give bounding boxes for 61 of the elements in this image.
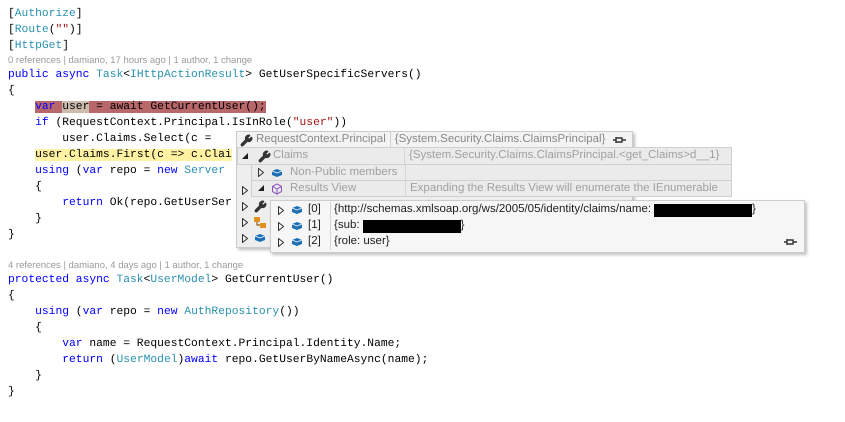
code-line: [Authorize] <box>8 6 83 22</box>
item-value: {http://schemas.xmlsoap.org/ws/2005/05/identity/claims/name: <box>333 202 652 218</box>
cube-icon <box>271 182 283 194</box>
code-line: { <box>8 84 15 99</box>
code-line: if (RequestContext.Principal.IsInRole("user")) <box>34 116 347 131</box>
expand-icon[interactable] <box>242 234 248 242</box>
code-line: var name = RequestContext.Principal.Identity.Name; <box>61 336 402 352</box>
expand-icon[interactable] <box>278 238 284 246</box>
expand-icon[interactable] <box>242 202 248 210</box>
code-line: using (var repo = new AuthRepository()) <box>34 304 300 320</box>
code-line: } <box>34 212 42 227</box>
code-line: } <box>34 368 42 384</box>
item-index: [1] <box>307 218 322 234</box>
expand-icon[interactable] <box>242 186 248 194</box>
datatip-value: {System.Security.Claims.ClaimsPrincipal.<get_Claims>d__1} <box>408 148 720 164</box>
code-line: protected async Task<UserModel> GetCurrentUser() <box>8 272 334 288</box>
wrench-icon <box>254 200 266 212</box>
code-line: [HttpGet] <box>8 38 70 54</box>
code-lens[interactable]: 0 references | damiano, 17 hours ago | 1 author, 1 change <box>8 54 252 67</box>
code-line: return Ok(repo.GetUserSer <box>61 196 232 211</box>
collapse-icon[interactable] <box>258 185 265 192</box>
code-line: [Route("")] <box>8 22 83 38</box>
expand-icon[interactable] <box>278 222 284 230</box>
item-index: [2] <box>307 234 322 250</box>
item-value: } <box>752 202 757 218</box>
collapse-icon[interactable] <box>242 152 249 160</box>
code-line: return (UserModel)await repo.GetUserByNameAsync(name); <box>61 352 428 368</box>
code-line: { <box>34 320 42 336</box>
expand-icon[interactable] <box>278 206 284 214</box>
pin-icon[interactable] <box>784 237 798 247</box>
datatip-name: RequestContext.Principal <box>256 132 387 148</box>
wrench-icon <box>240 134 253 146</box>
datatip-name: Results View <box>289 180 358 196</box>
item-index: [0] <box>307 202 322 218</box>
datatip-value: Expanding the Results View will enumerate the IEnumerable <box>409 180 718 196</box>
cube-icon <box>271 168 283 178</box>
cube-icon <box>254 233 266 243</box>
code-line: { <box>34 180 42 195</box>
wrench-icon <box>258 150 271 162</box>
item-value: {role: user} <box>333 234 390 250</box>
code-line: using (var repo = new Server <box>34 164 225 179</box>
expand-icon[interactable] <box>242 218 248 226</box>
datatip-name: Non-Public members <box>289 164 398 180</box>
datatip-name: Claims <box>273 148 310 164</box>
code-lens[interactable]: 4 references | damiano, 4 days ago | 1 author, 1 change <box>8 259 244 272</box>
cube-icon <box>290 221 302 231</box>
code-line: public async Task<IHttpActionResult> GetUserSpecificServers() <box>8 68 422 83</box>
code-line: user.Claims.Select(c = <box>61 132 212 147</box>
item-value: {sub: <box>333 218 360 234</box>
code-line: { <box>8 288 15 304</box>
cube-icon <box>290 237 302 247</box>
cube-icon <box>290 205 302 215</box>
datatip-row[interactable]: Claims {System.Security.Claims.ClaimsPrincipal.<get_Claims>d__1} <box>237 147 732 165</box>
code-line: } <box>8 228 15 243</box>
datatip-row[interactable]: Results View Expanding the Results View will enumerate the IEnumerable <box>251 181 732 197</box>
code-line: } <box>8 384 15 400</box>
datatip-row[interactable]: Non-Public members <box>251 165 732 181</box>
pin-icon[interactable] <box>613 135 628 145</box>
class-icon <box>253 216 267 228</box>
expand-icon[interactable] <box>258 168 264 177</box>
datatip-value: {System.Security.Claims.ClaimsPrincipal} <box>394 132 606 148</box>
